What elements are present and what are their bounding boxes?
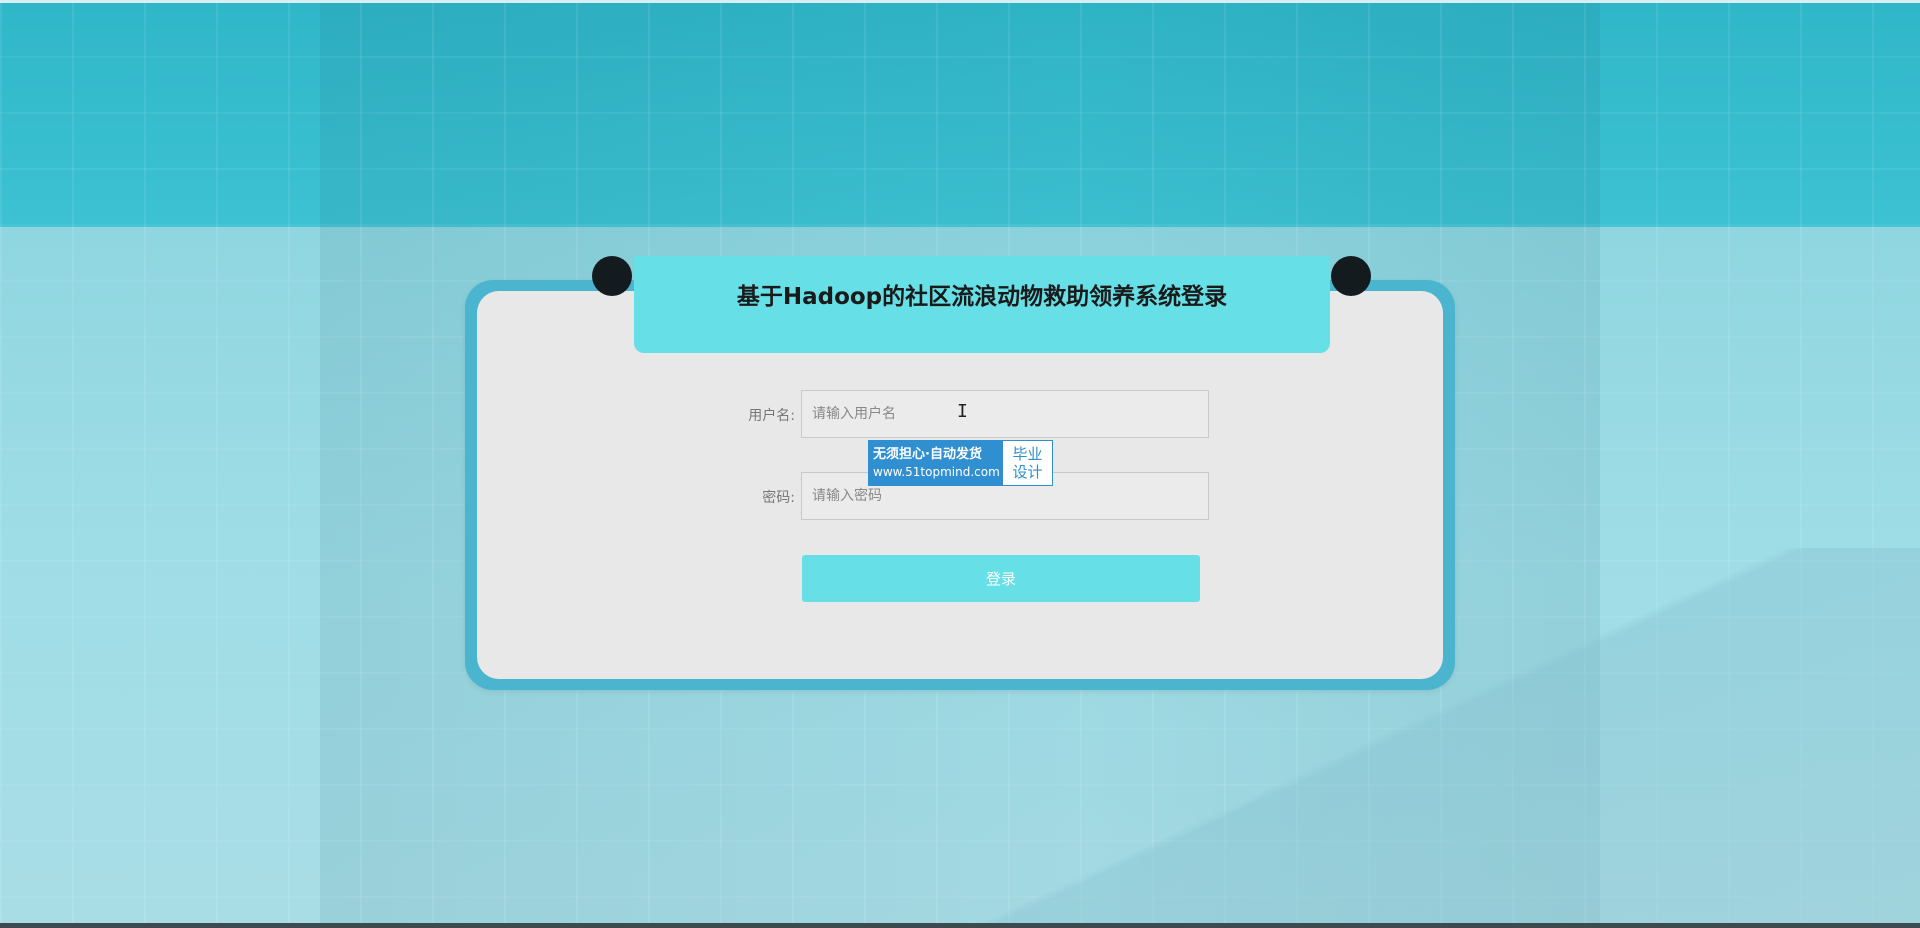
right-tab-knob: [1331, 256, 1371, 296]
bottom-bar: [0, 923, 1920, 928]
watermark-side: 毕业 设计: [1003, 441, 1052, 485]
page-title: 基于Hadoop的社区流浪动物救助领养系统登录: [736, 283, 1228, 310]
watermark-line1: 无须担心·自动发货: [873, 447, 982, 462]
username-input[interactable]: [801, 390, 1209, 438]
watermark-side-bottom: 设计: [1012, 463, 1043, 481]
watermark-badge: 无须担心·自动发货 www.51topmind.com 毕业 设计: [868, 440, 1053, 486]
title-banner: 基于Hadoop的社区流浪动物救助领养系统登录: [634, 256, 1330, 353]
login-button[interactable]: 登录: [802, 555, 1200, 602]
username-label: 用户名:: [748, 408, 795, 424]
login-page: 基于Hadoop的社区流浪动物救助领养系统登录 用户名: 密码: 登录 I 无须…: [0, 0, 1920, 928]
watermark-main: 无须担心·自动发货 www.51topmind.com: [869, 441, 1003, 485]
left-tab-knob: [592, 256, 632, 296]
watermark-url: www.51topmind.com: [873, 465, 1000, 479]
password-label: 密码:: [762, 490, 795, 506]
watermark-side-top: 毕业: [1012, 445, 1043, 463]
text-cursor-icon: I: [957, 401, 968, 422]
top-edge: [0, 0, 1920, 3]
